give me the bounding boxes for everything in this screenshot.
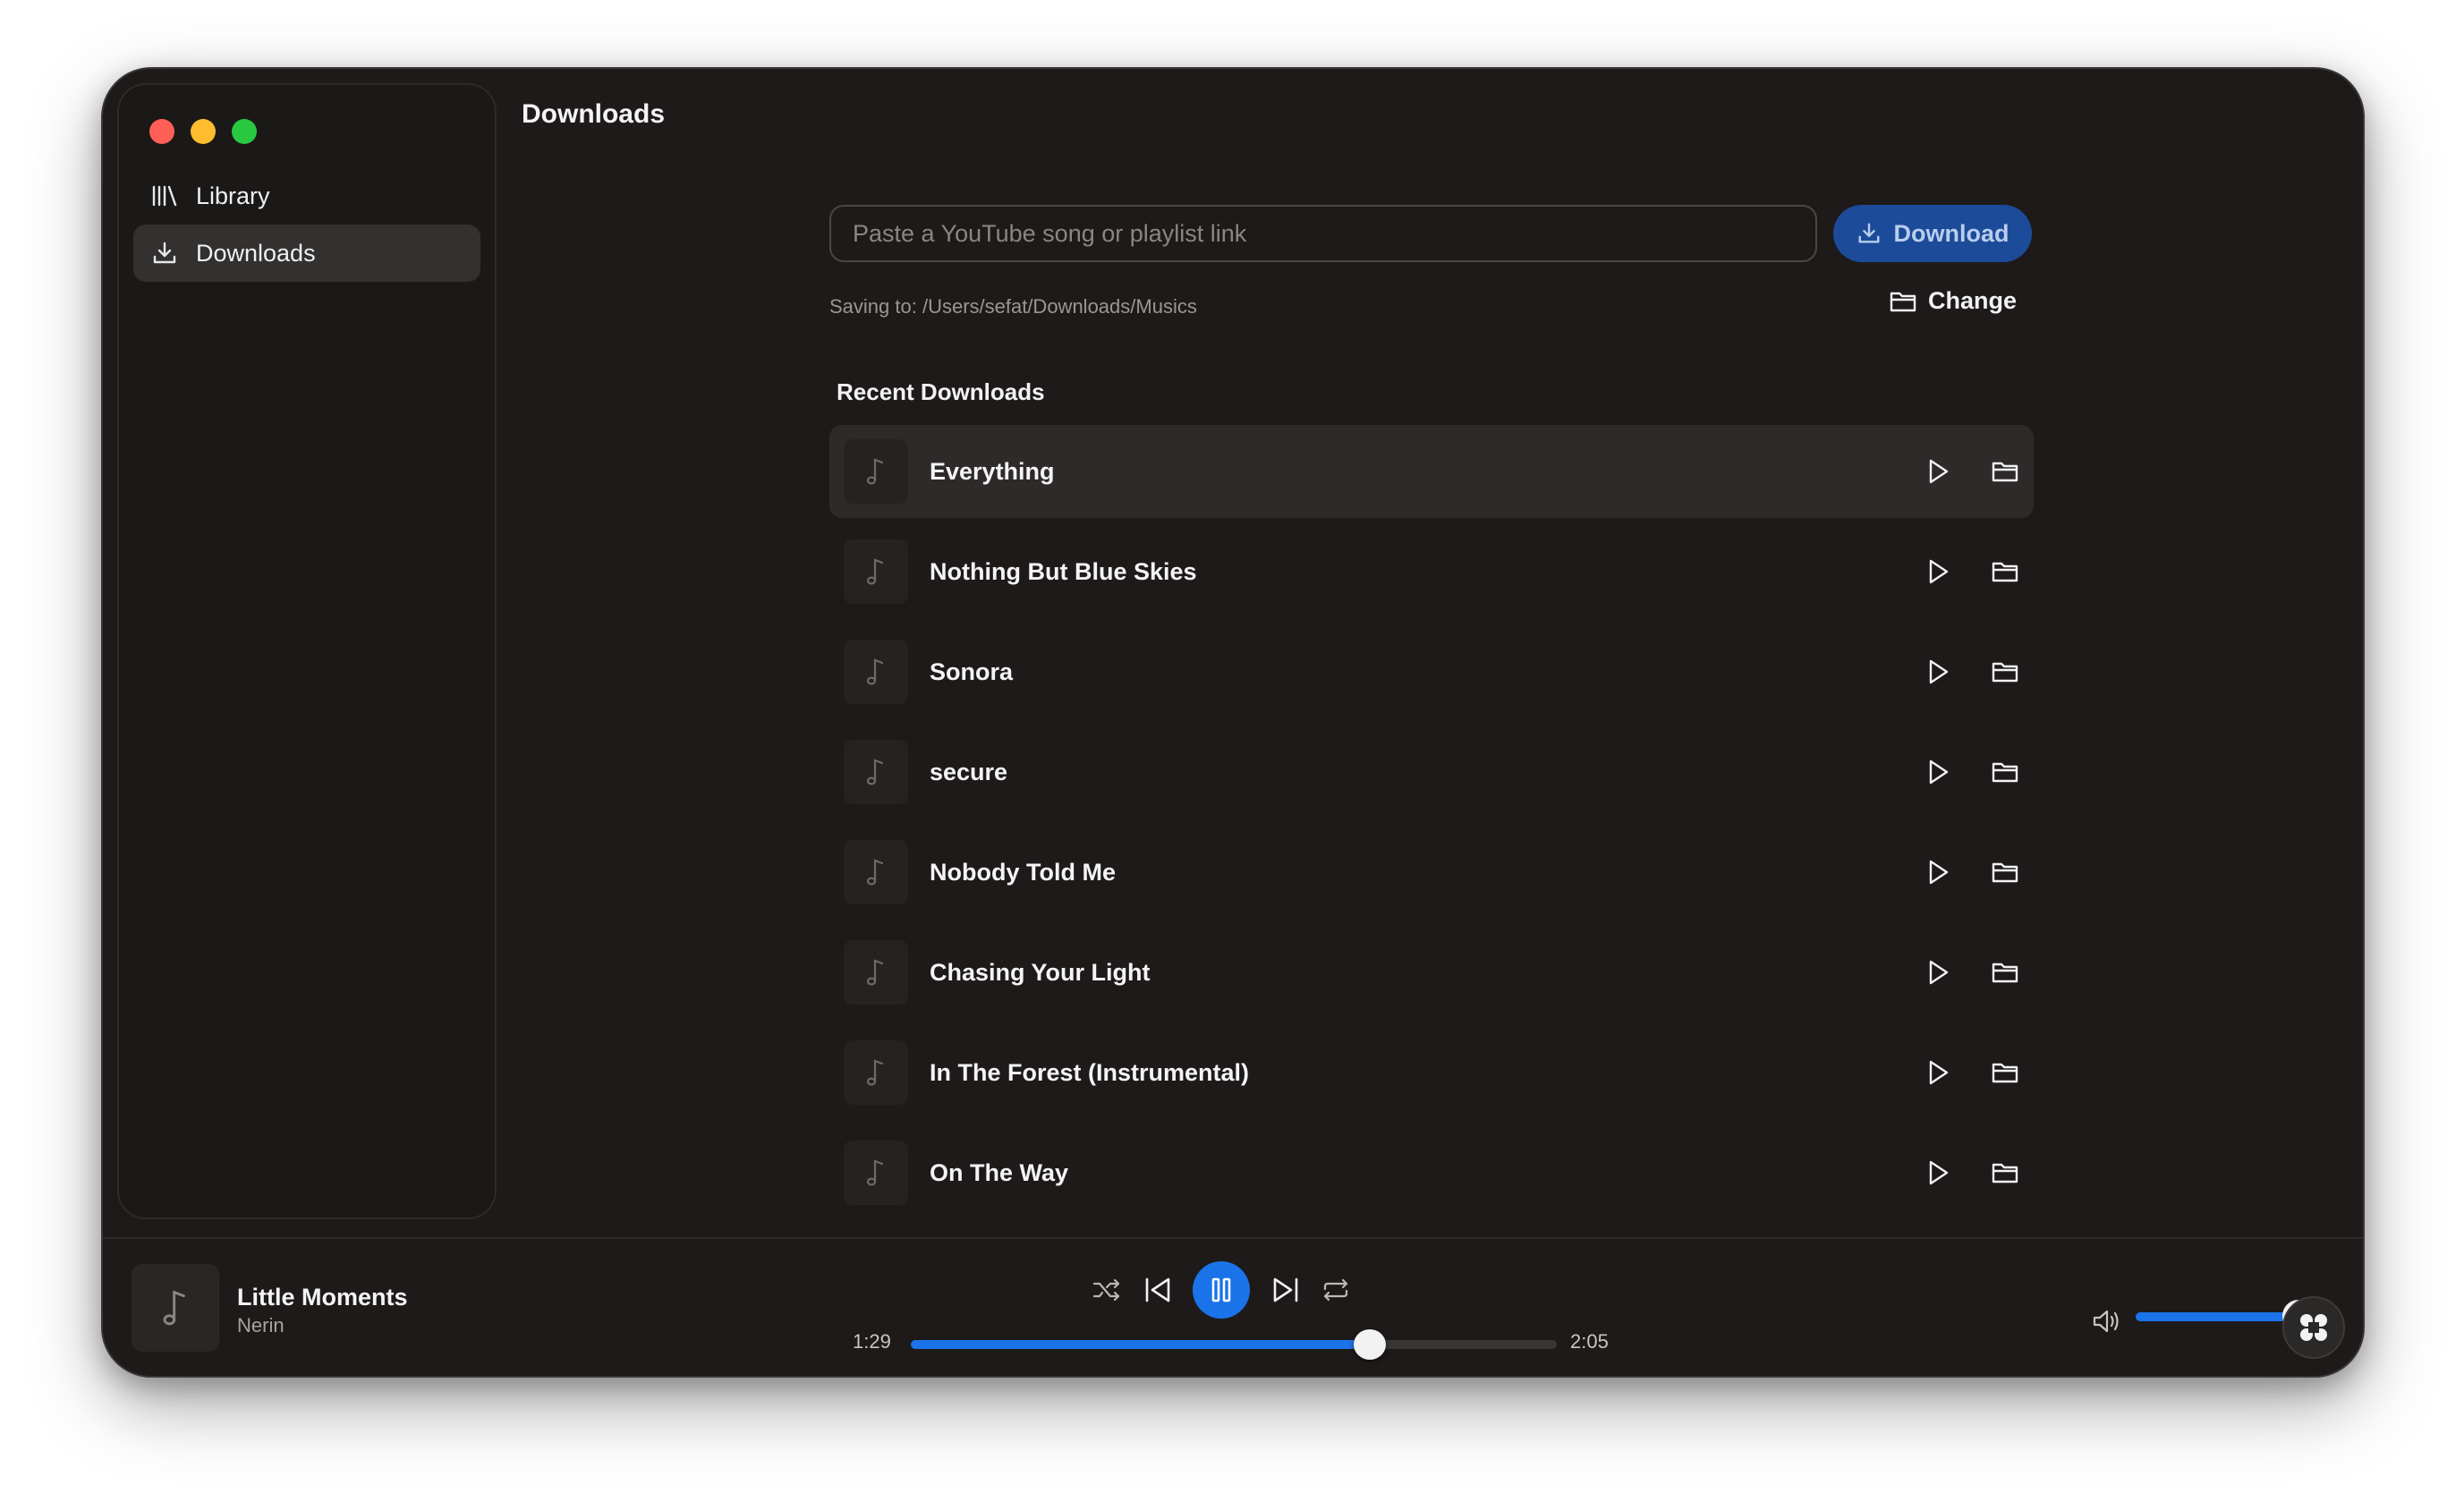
download-icon	[149, 238, 180, 268]
recent-downloads-list: Everything Nothing But Blue Skies Sonora	[829, 425, 2034, 1226]
close-window-button[interactable]	[149, 119, 174, 144]
music-note-icon	[844, 539, 908, 604]
music-note-icon	[844, 1040, 908, 1105]
now-playing-artist: Nerin	[237, 1314, 285, 1336]
track-duration: 2:05	[1570, 1330, 1609, 1353]
open-folder-icon[interactable]	[1991, 659, 2019, 684]
open-folder-icon[interactable]	[1991, 1060, 2019, 1085]
list-item[interactable]: In The Forest (Instrumental)	[829, 1026, 2034, 1119]
list-item[interactable]: Sonora	[829, 625, 2034, 718]
page-title: Downloads	[522, 99, 666, 129]
song-title: On The Way	[930, 1158, 1069, 1186]
download-icon	[1856, 221, 1882, 246]
list-item[interactable]: Everything	[829, 425, 2034, 518]
song-title: Chasing Your Light	[930, 958, 1151, 986]
song-title: Nobody Told Me	[930, 858, 1116, 886]
youtube-link-input[interactable]	[829, 205, 1817, 262]
progress-slider[interactable]	[911, 1329, 1557, 1360]
recent-downloads-heading: Recent Downloads	[837, 378, 1045, 405]
playback-controls	[1092, 1260, 1351, 1319]
zoom-window-button[interactable]	[232, 119, 257, 144]
download-button-label: Download	[1893, 219, 2009, 247]
progress-fill	[911, 1340, 1370, 1349]
open-folder-icon[interactable]	[1991, 759, 2019, 785]
next-track-icon[interactable]	[1270, 1275, 1302, 1305]
library-icon	[149, 181, 180, 211]
play-icon[interactable]	[1924, 457, 1951, 486]
previous-track-icon[interactable]	[1142, 1275, 1174, 1305]
change-button-label: Change	[1928, 287, 2018, 314]
minimize-window-button[interactable]	[191, 119, 216, 144]
app-window: Library Downloads Downloads Paste a YouT…	[101, 67, 2365, 1378]
music-note-icon	[844, 640, 908, 704]
volume-icon[interactable]	[2091, 1307, 2123, 1336]
play-icon[interactable]	[1924, 1058, 1951, 1087]
song-title: Nothing But Blue Skies	[930, 557, 1197, 585]
play-icon[interactable]	[1924, 758, 1951, 786]
music-note-icon	[844, 1141, 908, 1205]
open-folder-icon[interactable]	[1991, 860, 2019, 885]
song-title: Sonora	[930, 657, 1014, 685]
pause-button[interactable]	[1193, 1261, 1250, 1319]
music-note-icon	[844, 439, 908, 504]
progress-thumb[interactable]	[1354, 1329, 1386, 1360]
song-title: Everything	[930, 457, 1055, 485]
folder-icon	[1889, 289, 1917, 314]
sidebar-nav: Library Downloads	[133, 167, 480, 282]
window-controls	[149, 119, 257, 144]
song-title: In The Forest (Instrumental)	[930, 1058, 1250, 1086]
play-icon[interactable]	[1924, 557, 1951, 586]
elapsed-time: 1:29	[853, 1330, 891, 1353]
repeat-icon[interactable]	[1321, 1277, 1351, 1303]
music-note-icon	[132, 1264, 219, 1352]
play-icon[interactable]	[1924, 858, 1951, 886]
music-note-icon	[844, 940, 908, 1005]
download-button[interactable]: Download	[1833, 205, 2032, 262]
sidebar: Library Downloads	[117, 83, 497, 1219]
sidebar-item-label: Library	[196, 182, 270, 209]
list-item[interactable]: Nobody Told Me	[829, 826, 2034, 919]
player-bar: Little Moments Nerin 1:29 2:05	[103, 1237, 2363, 1376]
list-item[interactable]: On The Way	[829, 1126, 2034, 1219]
list-item[interactable]: secure	[829, 725, 2034, 819]
change-folder-button[interactable]: Change	[1889, 287, 2017, 315]
open-folder-icon[interactable]	[1991, 1160, 2019, 1185]
app-badge-icon[interactable]	[2282, 1296, 2345, 1359]
sidebar-item-label: Downloads	[196, 239, 316, 267]
open-folder-icon[interactable]	[1991, 559, 2019, 584]
sidebar-item-library[interactable]: Library	[133, 167, 480, 225]
music-note-icon	[844, 840, 908, 904]
save-path-text: Saving to: /Users/sefat/Downloads/Musics	[829, 295, 1197, 318]
sidebar-item-downloads[interactable]: Downloads	[133, 225, 480, 282]
now-playing-title: Little Moments	[237, 1284, 408, 1311]
list-item[interactable]: Nothing But Blue Skies	[829, 525, 2034, 618]
play-icon[interactable]	[1924, 657, 1951, 686]
play-icon[interactable]	[1924, 958, 1951, 987]
play-icon[interactable]	[1924, 1158, 1951, 1187]
volume-fill	[2136, 1312, 2306, 1321]
shuffle-icon[interactable]	[1092, 1277, 1122, 1303]
song-title: secure	[930, 758, 1008, 785]
open-folder-icon[interactable]	[1991, 960, 2019, 985]
open-folder-icon[interactable]	[1991, 459, 2019, 484]
music-note-icon	[844, 740, 908, 804]
list-item[interactable]: Chasing Your Light	[829, 926, 2034, 1019]
